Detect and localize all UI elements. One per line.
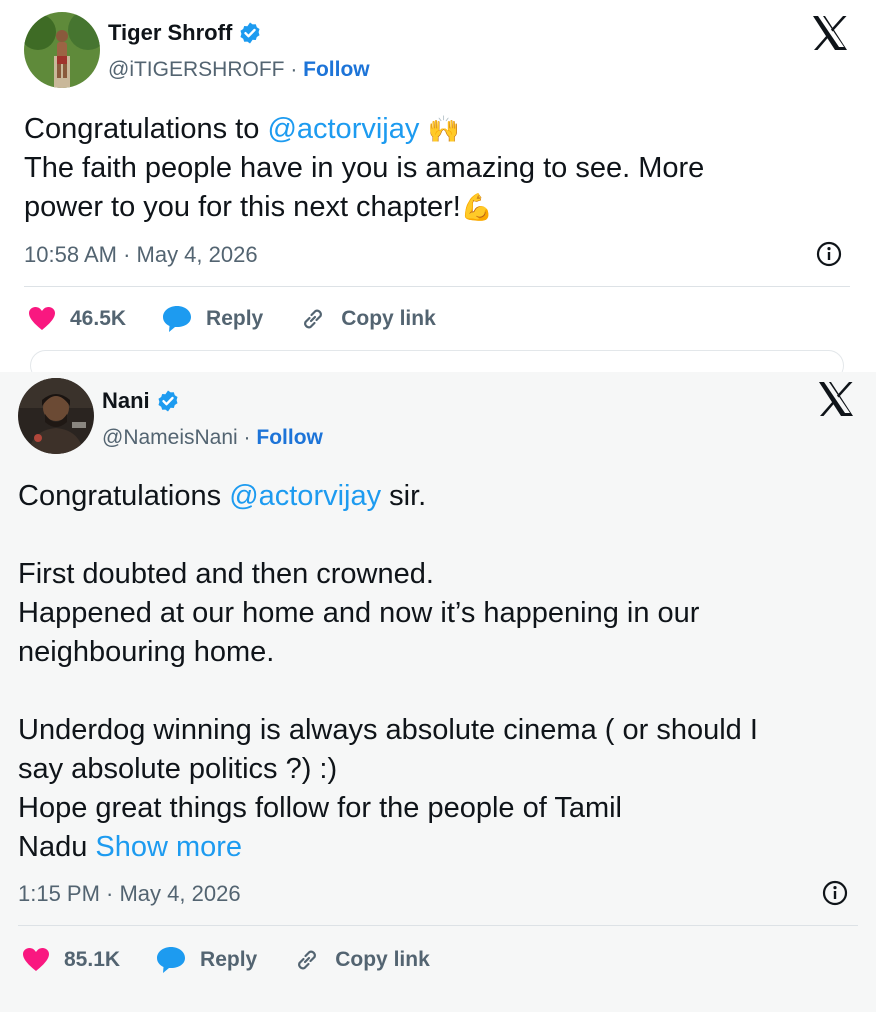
link-icon	[304, 309, 323, 329]
text-line: Congratulations	[18, 480, 230, 512]
action-bar: 85.1K Reply Copy link	[22, 946, 466, 974]
link-icon	[298, 950, 317, 970]
heart-icon	[29, 307, 55, 330]
text-line: The faith people have in you is amazing …	[24, 152, 705, 184]
author-name[interactable]: Tiger Shroff	[108, 20, 232, 46]
reply-button[interactable]: Reply	[156, 946, 257, 974]
text-line: Hope great things follow for the people …	[18, 792, 622, 824]
reply-button[interactable]: Reply	[162, 305, 263, 333]
flexed-biceps-emoji: 💪	[460, 192, 494, 222]
text-line: sir.	[381, 480, 427, 512]
divider	[18, 925, 858, 926]
verified-badge-icon	[240, 22, 260, 44]
like-button[interactable]: 85.1K	[22, 947, 120, 973]
reply-bubble-icon	[163, 306, 192, 332]
author-handle[interactable]: @iTIGERSHROFF	[108, 58, 284, 81]
verified-badge-icon	[158, 390, 178, 412]
tweet-card-nani: Nani @NameisNani · Follow Congratulation…	[0, 372, 876, 1012]
like-count: 46.5K	[70, 307, 127, 330]
author-name[interactable]: Nani	[102, 388, 150, 414]
follow-button[interactable]: Follow	[256, 426, 323, 449]
tweet-card-tiger-shroff: Tiger Shroff @iTIGERSHROFF · Follow Cong…	[0, 0, 876, 381]
copy-link-button[interactable]: Copy link	[299, 305, 436, 333]
text-line: neighbouring home.	[18, 636, 275, 668]
text-line: Underdog winning is always absolute cine…	[18, 714, 758, 746]
avatar-image	[24, 12, 100, 88]
x-logo-icon[interactable]	[810, 14, 850, 52]
separator-dot: ·	[237, 426, 257, 449]
text-line: Happened at our home and now it’s happen…	[18, 597, 700, 629]
separator-dot: ·	[284, 58, 304, 81]
tweet-text: Congratulations to @actorvijay 🙌 The fai…	[24, 110, 704, 227]
copy-link-button[interactable]: Copy link	[293, 946, 430, 974]
follow-button[interactable]: Follow	[303, 58, 370, 81]
show-more-link[interactable]: Show more	[95, 831, 242, 863]
raised-hands-emoji: 🙌	[427, 114, 460, 144]
action-bar: 46.5K Reply Copy link	[28, 305, 472, 333]
x-logo-icon[interactable]	[816, 380, 856, 418]
reply-label: Reply	[200, 948, 258, 971]
reply-label: Reply	[206, 307, 264, 330]
tweet-timestamp[interactable]: 10:58 AM · May 4, 2026	[24, 242, 258, 268]
like-button[interactable]: 46.5K	[28, 306, 126, 332]
copy-link-label: Copy link	[341, 307, 436, 330]
avatar-image	[18, 378, 94, 454]
text-line: First doubted and then crowned.	[18, 558, 434, 590]
like-count: 85.1K	[64, 948, 121, 971]
info-icon[interactable]	[822, 880, 848, 906]
tweet-timestamp[interactable]: 1:15 PM · May 4, 2026	[18, 881, 241, 907]
copy-link-label: Copy link	[335, 948, 430, 971]
heart-icon	[23, 948, 49, 971]
mention-link[interactable]: @actorvijay	[229, 480, 381, 512]
author-handle[interactable]: @NameisNani	[102, 426, 238, 449]
handle-row: @NameisNani · Follow	[102, 426, 323, 450]
reply-bubble-icon	[157, 947, 186, 973]
author-name-row[interactable]: Nani	[102, 388, 180, 414]
tweet-text: Congratulations @actorvijay sir. First d…	[18, 477, 758, 867]
handle-row: @iTIGERSHROFF · Follow	[108, 58, 370, 82]
info-icon[interactable]	[816, 241, 842, 267]
text-line: say absolute politics ?) :)	[18, 753, 338, 785]
avatar[interactable]	[18, 378, 94, 454]
text-line: Nadu	[18, 831, 96, 863]
text-line: power to you for this next chapter!	[24, 191, 461, 223]
text-line: Congratulations to	[24, 113, 268, 145]
author-name-row[interactable]: Tiger Shroff	[108, 20, 262, 46]
divider	[24, 286, 850, 287]
mention-link[interactable]: @actorvijay	[267, 113, 419, 145]
avatar[interactable]	[24, 12, 100, 88]
